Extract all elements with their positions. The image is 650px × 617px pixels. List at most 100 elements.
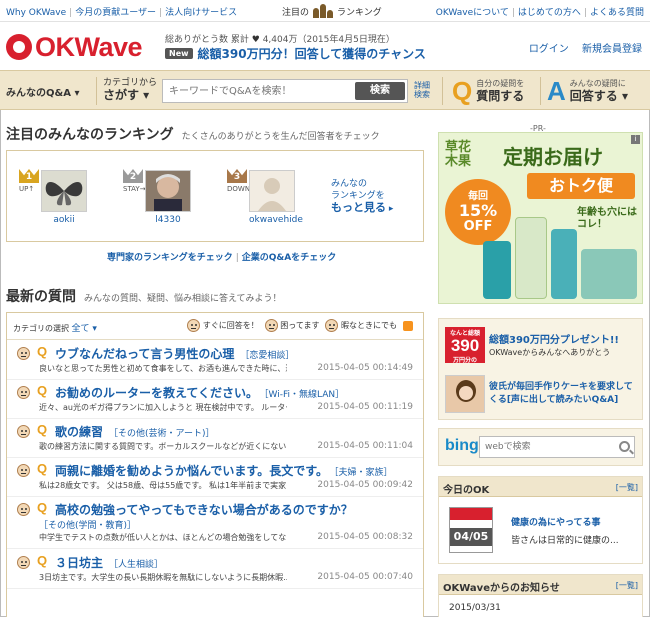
question-title[interactable]: 高校の勉強ってやってもできない場合があるのですか？ <box>55 501 353 518</box>
q-icon: Q <box>37 461 48 476</box>
ranking-subtitle: たくさんのありがとうを生んだ回答者をチェック <box>181 132 380 142</box>
rank-user-2[interactable]: 2 STAY→ l4330 <box>123 165 191 225</box>
search-button[interactable]: 検索 <box>355 82 405 100</box>
rank-user-3[interactable]: 3 DOWN↓ okwavehide <box>227 165 303 225</box>
register-link[interactable]: 新規会員登録 <box>582 44 642 55</box>
question-date: 2015-04-05 00:09:42 <box>317 480 413 490</box>
ad-note-line2: コレ！ <box>577 219 607 230</box>
news-line[interactable]: New 総額390万円分！回答して獲得のチャンス <box>165 45 426 62</box>
featured-qa-line1: 彼氏が毎回手作りケーキを要求して <box>489 382 633 392</box>
auth-links: ログイン 新規会員登録 <box>519 40 642 55</box>
why-okwave-link[interactable]: Why OKWave <box>6 8 66 18</box>
question-title-link[interactable]: ウブなんだねって言う男性の心理 <box>55 347 234 361</box>
user-name-link[interactable]: aokii <box>53 215 74 225</box>
rank-user-name[interactable]: l4330 <box>145 215 191 225</box>
about-link[interactable]: OKWaveについて <box>436 8 509 18</box>
advanced-search-link[interactable]: 詳細 検索 <box>414 81 430 99</box>
rank-number: 1 <box>25 172 33 182</box>
nav-divider <box>96 77 97 105</box>
bing-search: bing <box>438 428 643 466</box>
question-category-link[interactable]: ［夫婦・家族］ <box>334 468 393 478</box>
question-date: 2015-04-05 00:07:40 <box>317 572 413 582</box>
question-date: 2015-04-05 00:08:32 <box>317 532 413 542</box>
user-avatar[interactable] <box>145 170 191 212</box>
nav-divider <box>442 77 443 105</box>
campaign-badge[interactable]: なんと総額 390 万円分の <box>445 327 485 364</box>
today-ok-item-link[interactable]: 健康の為にやってる事 <box>511 515 601 528</box>
search-input[interactable] <box>163 80 353 102</box>
expert-ranking-link[interactable]: 専門家のランキングをチェック <box>107 253 233 263</box>
question-category-link[interactable]: ［その他(学問・教育)］ <box>39 518 136 531</box>
user-avatar[interactable] <box>41 170 87 212</box>
user-avatar[interactable] <box>249 170 295 212</box>
everyone-qa-menu[interactable]: みんなのQ&A ▾ <box>6 84 79 99</box>
question-row[interactable]: Q 両親に離婚を勧めようか悩んでいます。長文です。 ［夫婦・家族］ 私は28歳女で… <box>7 458 423 497</box>
ad-banner[interactable]: i 草花 木果 定期お届け おトク便 毎回 15% OFF 年齢も穴には コレ！ <box>438 132 643 304</box>
stats-label: 総ありがとう数 累計 <box>165 35 249 45</box>
notice-title: OKWaveからのお知らせ <box>443 583 560 594</box>
question-category-link[interactable]: ［その他(芸術・アート)］ <box>109 429 214 439</box>
ad-note: 年齢も穴には コレ！ <box>577 207 637 231</box>
today-ok-list-link[interactable]: [一覧] <box>616 482 638 493</box>
question-title[interactable]: 歌の練習 ［その他(芸術・アート)］ <box>55 423 215 440</box>
question-title[interactable]: 両親に離婚を勧めようか悩んでいます。長文です。 ［夫婦・家族］ <box>55 462 393 479</box>
ask-label: 自分の疑問を 質問する <box>476 79 524 104</box>
question-title-link[interactable]: ３日坊主 <box>55 556 103 570</box>
question-row[interactable]: Q 高校の勉強ってやってもできない場合があるのですか？ ［その他(学問・教育)］… <box>7 497 423 549</box>
rank-user-name[interactable]: aokii <box>41 215 87 225</box>
question-category-link[interactable]: ［人生相談］ <box>109 560 163 570</box>
question-title[interactable]: ３日坊主 ［人生相談］ <box>55 554 163 571</box>
category-filter-dropdown[interactable]: 全て ▾ <box>72 324 97 334</box>
question-row[interactable]: Q ウブなんだねって言う男性の心理 ［恋愛相談］ 良いなと思ってた男性と初めて食事… <box>7 341 423 380</box>
featured-qa-link[interactable]: 彼氏が毎回手作りケーキを要求して くる[声に出して読みたいQ&A] <box>489 381 633 407</box>
answer-question-button[interactable]: A みんなの疑問に 回答する ▾ <box>547 77 628 105</box>
q-icon: Q <box>37 383 48 398</box>
campaign-title-link[interactable]: 総額390万円分プレゼント!! <box>489 331 619 346</box>
user-name-link[interactable]: l4330 <box>155 215 180 225</box>
question-row[interactable]: Q お勧めのルーターを教えてください。 ［Wi-Fi・無線LAN］ 近々、au光の… <box>7 380 423 419</box>
notice-header: OKWaveからのお知らせ [一覧] <box>439 575 642 595</box>
question-category-link[interactable]: ［恋愛相談］ <box>240 351 294 361</box>
user-name-link[interactable]: okwavehide <box>249 215 303 225</box>
ranking-badge[interactable]: 注目の ランキング <box>282 2 382 20</box>
category-menu[interactable]: カテゴリから さがす ▾ <box>103 77 157 101</box>
okwave-logo[interactable]: OKWave <box>6 34 143 61</box>
q-icon: Q <box>37 422 48 437</box>
company-qa-link[interactable]: 企業のQ&Aをチェック <box>242 253 336 263</box>
question-category-link[interactable]: ［Wi-Fi・無線LAN］ <box>264 390 344 400</box>
question-snippet: 良いなと思ってた男性と初めて食事をして、お酒も進んできた時に、違う... <box>39 364 287 373</box>
more-ranking-line3: もっと見る <box>331 201 386 214</box>
urgent-face-icon <box>187 319 201 332</box>
ask-question-button[interactable]: Q 自分の疑問を 質問する <box>452 77 524 105</box>
beginner-link[interactable]: はじめての方へ <box>518 8 581 18</box>
faq-link[interactable]: よくある質問 <box>590 8 644 18</box>
rank-user-1[interactable]: 1 UP↑ aokii <box>19 165 87 225</box>
news-link[interactable]: 総額390万円分！回答して獲得のチャンス <box>198 45 426 62</box>
question-snippet: 私は28歳女です。 父は58歳、母は55歳です。 私は1年半前まで実家を... <box>39 481 287 490</box>
featured-avatar[interactable] <box>445 375 485 413</box>
question-row[interactable]: Q 歌の練習 ［その他(芸術・アート)］ 歌の練習方法に関する質問です。ボーカルス… <box>7 419 423 458</box>
search-icon[interactable] <box>619 441 630 452</box>
question-row[interactable]: Q ３日坊主 ［人生相談］ 3日坊主です。大学生の長い長期休暇を無駄にしないように… <box>7 550 423 589</box>
question-title[interactable]: ウブなんだねって言う男性の心理 ［恋愛相談］ <box>55 345 294 362</box>
ad-discount-line3: OFF <box>463 219 493 234</box>
person-photo-icon <box>146 171 190 211</box>
ranking-title-text: 注目のみんなのランキング <box>6 127 174 143</box>
bing-search-input[interactable] <box>480 437 610 457</box>
top-links-left: Why OKWave | 今月の貢献ユーザー | 法人向けサービス <box>6 8 238 18</box>
rss-icon[interactable] <box>403 320 413 331</box>
more-ranking-link[interactable]: みんなの ランキングを もっと見る ▸ <box>331 178 393 215</box>
advanced-search-line1: 詳細 <box>414 81 430 90</box>
login-link[interactable]: ログイン <box>529 44 569 55</box>
urgency-face-icon <box>17 556 30 569</box>
question-title-link[interactable]: 両親に離婚を勧めようか悩んでいます。長文です。 <box>55 464 328 478</box>
business-link[interactable]: 法人向けサービス <box>165 8 237 18</box>
question-title[interactable]: お勧めのルーターを教えてください。 ［Wi-Fi・無線LAN］ <box>55 384 344 401</box>
notice-list-link[interactable]: [一覧] <box>616 580 638 591</box>
rank-user-name[interactable]: okwavehide <box>249 215 303 225</box>
question-title-link[interactable]: お勧めのルーターを教えてください。 <box>55 386 258 400</box>
ad-info-icon[interactable]: i <box>631 135 640 144</box>
question-title-link[interactable]: 高校の勉強ってやってもできない場合があるのですか？ <box>55 503 353 517</box>
contributors-link[interactable]: 今月の貢献ユーザー <box>75 8 156 18</box>
question-title-link[interactable]: 歌の練習 <box>55 425 103 439</box>
